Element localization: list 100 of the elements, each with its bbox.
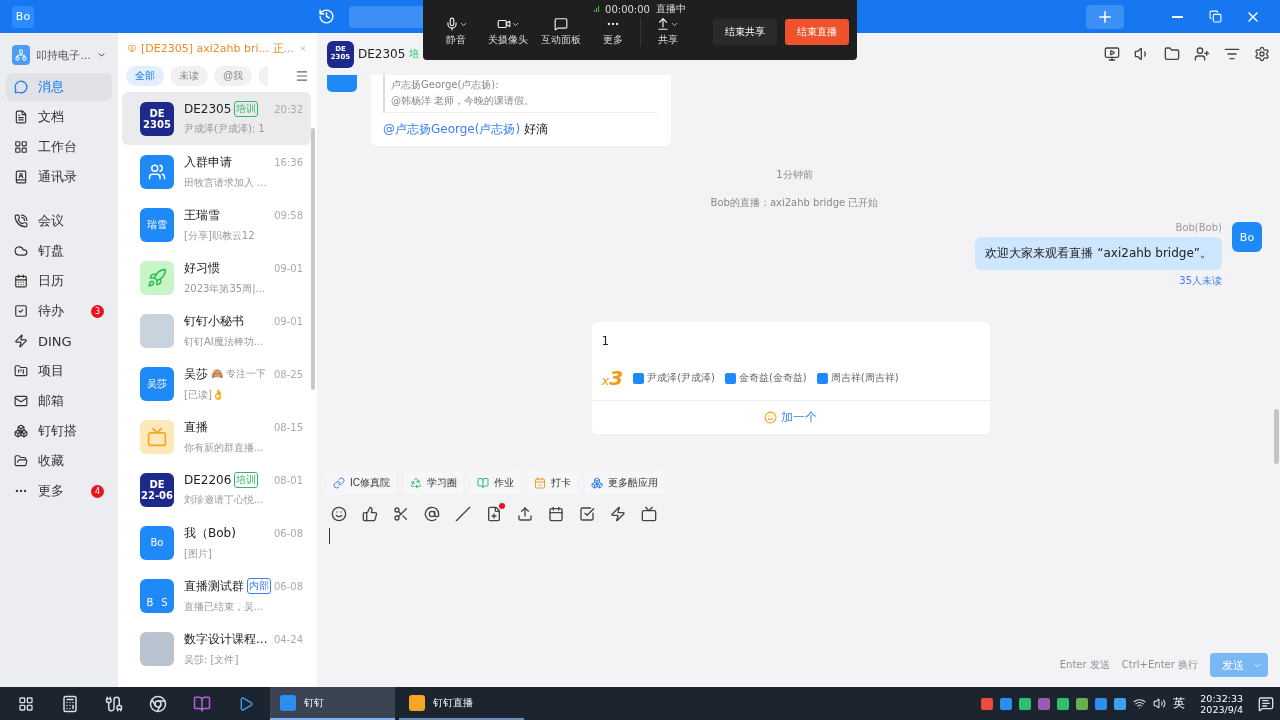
conversation-name: DE2305 — [184, 102, 232, 116]
mention-link[interactable]: @卢志扬George(卢志扬) — [383, 121, 521, 138]
message-preview: 吴莎: [文件] — [184, 652, 240, 667]
conversation-item[interactable]: DE 2305 DE2305 培训 20:32 尹成泽(尹成泽): 1 — [122, 92, 311, 145]
doc-add-icon — [486, 506, 502, 522]
live-icon — [1104, 46, 1120, 62]
nav-label: 会议 — [38, 212, 65, 230]
timer-text: 00:00:00 — [605, 3, 650, 15]
calendar-icon — [14, 274, 28, 288]
folder-icon — [1164, 46, 1180, 62]
nav-label: 项目 — [38, 362, 65, 380]
nav-item[interactable]: 钉盘 — [6, 237, 112, 265]
nav-item[interactable]: 文档 — [6, 103, 112, 131]
conversation-item[interactable]: 入群申请 16:36 田牧言请求加入 ... — [122, 145, 311, 198]
conversation-time: 09-01 — [273, 262, 303, 274]
tray-icon[interactable] — [1076, 697, 1089, 710]
conversation-item[interactable]: 好习惯 09-01 2023年第35周|... — [122, 251, 311, 304]
tray-icon[interactable] — [981, 697, 994, 710]
calculator-icon — [61, 694, 79, 713]
message-text: 好滴 — [524, 121, 549, 138]
nav-label: 日历 — [38, 272, 65, 290]
taskbar-app[interactable]: 钉钉直播 — [399, 687, 524, 720]
input-method[interactable]: 英 — [1173, 695, 1186, 712]
user-icon — [816, 372, 828, 384]
timestamp: 1分钟前 — [775, 168, 814, 182]
nav-label: 通讯录 — [38, 168, 78, 186]
group-avatar: DE 2305 — [140, 101, 174, 136]
message-bubble: 欢迎大家来观看直播 “axi2ahb bridge”。 — [975, 237, 1222, 270]
conversation-item[interactable]: 直播 08-15 你有新的群直播... — [122, 410, 311, 463]
signal-icon — [594, 6, 600, 12]
wifi-icon — [1133, 697, 1147, 710]
nav-item[interactable]: 邮箱 — [6, 387, 112, 415]
message-preview: [图片] — [184, 546, 213, 561]
message-preview: [已读]👌 — [184, 387, 225, 402]
app-icon — [238, 695, 254, 712]
org-icon — [12, 45, 31, 65]
calendar-icon — [548, 506, 564, 522]
nav-label: 工作台 — [38, 138, 78, 156]
conversation-time: 09:58 — [274, 209, 303, 221]
taskbar-app[interactable]: 钉钉 — [270, 687, 395, 720]
clock[interactable]: 20:32:33 2023/9/4 — [1192, 692, 1251, 715]
toolbar-button[interactable]: 共享 — [642, 17, 694, 47]
folder-icon — [14, 454, 28, 468]
browser-icon — [149, 694, 167, 713]
conversation-item[interactable]: 瑞雪 王瑞雪 09:58 [分享]职教云12 — [122, 198, 311, 251]
add-button[interactable] — [1086, 4, 1124, 29]
photo-placeholder — [140, 631, 174, 666]
tray-icon[interactable] — [1095, 697, 1108, 710]
group-tag: 内部 — [247, 578, 271, 594]
nav-item[interactable]: 收藏 — [6, 447, 112, 475]
nav-item[interactable]: 钉钉搭 — [6, 417, 112, 445]
toolbar-button[interactable]: 更多 — [587, 17, 638, 47]
checkbox-icon — [14, 304, 28, 318]
contacts-icon — [14, 170, 28, 184]
end-live-button[interactable]: 结束直播 — [785, 19, 849, 45]
toolbar-button[interactable]: 互动面板 — [535, 17, 586, 47]
grid-icon — [14, 140, 28, 154]
end-share-button[interactable]: 结束共享 — [713, 19, 777, 45]
lightning-icon — [14, 334, 28, 348]
user-avatar: 吴莎 — [140, 366, 174, 401]
nav-item[interactable]: 更多 4 — [6, 477, 112, 505]
conversation-time: 09-01 — [273, 315, 303, 327]
nav-label: 待办 — [38, 302, 65, 320]
filter-tab[interactable]: 全部 — [126, 66, 164, 86]
conversation-name: 好习惯 — [184, 259, 220, 277]
conversation-item[interactable]: DE 22-06 DE2206 培训 08-01 刘珍邀请丁心悦... — [122, 463, 311, 516]
conversation-item[interactable]: 钉钉小秘书 09-01 钉钉AI魔法棒功... — [122, 304, 311, 357]
link-icon — [333, 477, 345, 489]
windows-icon — [18, 695, 34, 712]
smile-icon — [764, 411, 777, 424]
conversation-item[interactable]: 数字设计课程... 04-24 吴莎: [文件] — [122, 622, 311, 675]
history-icon — [317, 8, 335, 25]
nav-item[interactable]: 日历 — [6, 267, 112, 295]
org-name[interactable]: 叩持电子... — [36, 47, 91, 63]
nav-item[interactable]: 通讯录 — [6, 163, 112, 191]
emoji-icon — [331, 506, 347, 522]
conversation-item[interactable]: B S 直播测试群 内部 06-08 直播已结束，吴... — [122, 569, 311, 622]
conversation-item[interactable]: Bo 我（Bob) 06-08 [图片] — [122, 516, 311, 569]
toolbar-button[interactable]: 关摄像头 — [483, 17, 534, 47]
nav-item[interactable]: 会议 — [6, 207, 112, 235]
nav-item[interactable]: 工作台 — [6, 133, 112, 161]
tray-icon[interactable] — [1000, 697, 1013, 710]
user-icon — [724, 372, 736, 384]
tray-icon[interactable] — [1057, 697, 1070, 710]
scrollbar-thumb[interactable] — [311, 128, 315, 390]
unread-count[interactable]: 35人未读 — [1179, 274, 1222, 288]
chat-bubble-icon — [14, 80, 28, 94]
tray-icon[interactable] — [1019, 697, 1032, 710]
tray-icon[interactable] — [1114, 697, 1127, 710]
tv-icon — [147, 426, 167, 447]
toolbar-button[interactable]: 静音 — [431, 17, 482, 47]
nav-label: 文档 — [38, 108, 65, 126]
menu-icon — [295, 69, 309, 83]
conversation-name: 王瑞雪 — [184, 206, 220, 224]
nav-item[interactable]: DING — [6, 327, 112, 355]
tray-icon[interactable] — [1038, 697, 1051, 710]
participant-name: 尹成泽(尹成泽) — [633, 371, 715, 385]
scrollbar-thumb[interactable] — [1274, 409, 1279, 464]
nav-item[interactable]: 项目 — [6, 357, 112, 385]
nav-item[interactable]: 待办 3 — [6, 297, 112, 325]
